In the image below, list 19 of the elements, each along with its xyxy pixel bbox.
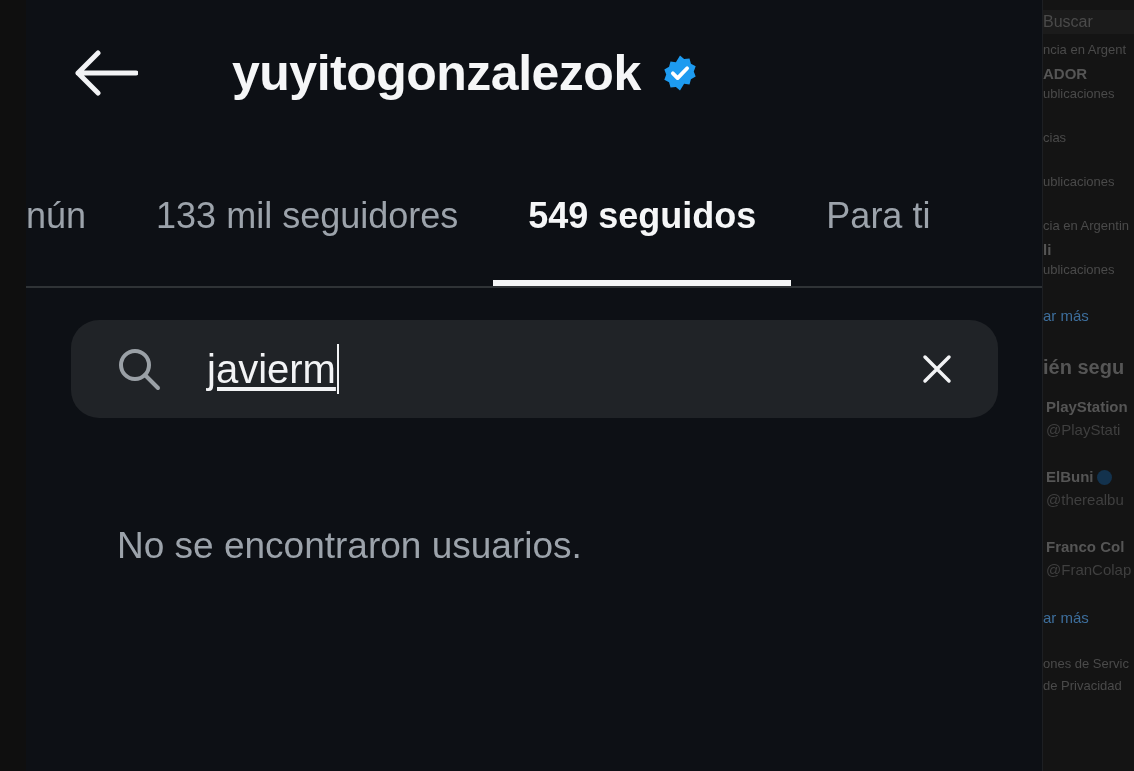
account-name[interactable]: PlayStation bbox=[1046, 396, 1128, 419]
close-icon[interactable] bbox=[922, 354, 952, 384]
account-name[interactable]: Franco Col bbox=[1046, 536, 1125, 559]
trend-title: li bbox=[1043, 241, 1052, 258]
tab[interactable]: 549 seguidos bbox=[493, 146, 792, 286]
tab[interactable]: Para ti bbox=[791, 146, 966, 286]
search-icon bbox=[117, 347, 161, 391]
show-more-link[interactable]: ar más bbox=[1043, 307, 1089, 324]
show-more-link[interactable]: ar más bbox=[1043, 609, 1089, 626]
section-heading: ién segu bbox=[1043, 356, 1125, 378]
account-name[interactable]: ElBuni bbox=[1046, 466, 1094, 489]
back-arrow-icon[interactable] bbox=[74, 49, 138, 97]
search-field[interactable]: javierm bbox=[71, 320, 998, 418]
empty-message: No se encontraron usuarios. bbox=[117, 525, 582, 566]
tab[interactable]: nún bbox=[26, 146, 122, 286]
search-query: javierm bbox=[207, 349, 336, 389]
tab[interactable]: 133 mil seguidores bbox=[121, 146, 494, 286]
trend-title: ADOR bbox=[1043, 65, 1088, 82]
profile-title: yuyitogonzalezok bbox=[232, 48, 641, 98]
